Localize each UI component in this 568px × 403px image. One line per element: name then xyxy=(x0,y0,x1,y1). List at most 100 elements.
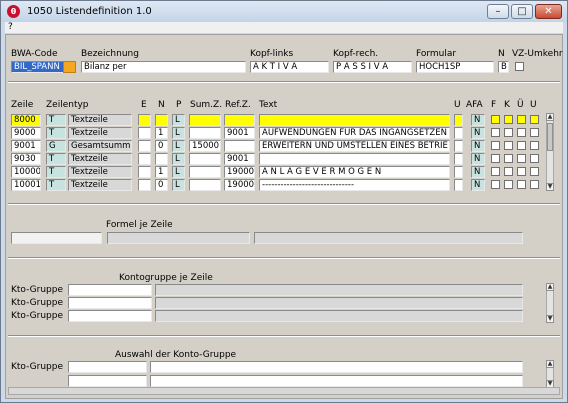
scroll-up-arrow[interactable]: ▲ xyxy=(546,283,554,291)
u-checkbox[interactable] xyxy=(530,167,539,176)
f-checkbox[interactable] xyxy=(491,115,500,124)
kto-gruppe-field-3[interactable] xyxy=(68,310,152,322)
formel-field-3[interactable] xyxy=(254,232,523,244)
k-checkbox[interactable] xyxy=(504,141,513,150)
k-checkbox[interactable] xyxy=(504,115,513,124)
cell-typ[interactable]: T xyxy=(46,114,66,126)
cell-e[interactable] xyxy=(138,140,151,152)
auswahl-kto-gruppe-field-2[interactable] xyxy=(68,375,147,387)
cell-p[interactable]: L xyxy=(172,153,185,165)
cell-typ[interactable]: T xyxy=(46,153,66,165)
cell-typtext[interactable]: Gesamtsumme xyxy=(68,140,132,152)
cell-refz[interactable]: 19000 xyxy=(224,179,255,191)
app-icon[interactable]: θ xyxy=(7,5,20,18)
cell-zeile[interactable]: 9001 xyxy=(11,140,41,152)
cell-refz[interactable]: 9001 xyxy=(224,127,255,139)
u-checkbox[interactable] xyxy=(530,141,539,150)
table-scrollbar[interactable]: ▲ ▼ xyxy=(546,113,554,191)
cell-p[interactable]: L xyxy=(172,127,185,139)
u-checkbox[interactable] xyxy=(530,180,539,189)
cell-typtext[interactable]: Textzeile xyxy=(68,166,132,178)
scroll-up-arrow[interactable]: ▲ xyxy=(546,113,554,121)
cell-typ[interactable]: T xyxy=(46,166,66,178)
formel-field-1[interactable] xyxy=(11,232,102,244)
cell-afa[interactable]: N xyxy=(471,166,485,178)
f-checkbox[interactable] xyxy=(491,128,500,137)
cell-afa[interactable]: N xyxy=(471,179,485,191)
close-button[interactable]: ✕ xyxy=(535,4,562,19)
bottom-scrollbar[interactable] xyxy=(8,387,560,395)
formular-field[interactable]: HOCH1SP xyxy=(416,61,494,73)
cell-text[interactable]: A N L A G E V E R M Ö G E N xyxy=(259,166,450,178)
cell-typ[interactable]: T xyxy=(46,127,66,139)
n-field[interactable]: B xyxy=(498,61,509,73)
cell-sumz[interactable] xyxy=(189,114,221,126)
k-checkbox[interactable] xyxy=(504,167,513,176)
ue-checkbox[interactable] xyxy=(517,128,526,137)
cell-text[interactable] xyxy=(259,114,450,126)
bezeichnung-field[interactable]: Bilanz per xyxy=(81,61,246,73)
cell-p[interactable]: L xyxy=(172,114,185,126)
cell-n[interactable]: 0 xyxy=(155,140,168,152)
f-checkbox[interactable] xyxy=(491,154,500,163)
cell-e[interactable] xyxy=(138,114,151,126)
cell-zeile[interactable]: 8000 xyxy=(11,114,41,126)
k-checkbox[interactable] xyxy=(504,154,513,163)
cell-sumz[interactable] xyxy=(189,179,221,191)
cell-typ[interactable]: G xyxy=(46,140,66,152)
cell-u[interactable] xyxy=(454,114,463,126)
cell-n[interactable] xyxy=(155,114,168,126)
cell-afa[interactable]: N xyxy=(471,127,485,139)
cell-p[interactable]: L xyxy=(172,179,185,191)
scroll-down-arrow[interactable]: ▼ xyxy=(546,315,554,323)
minimize-button[interactable]: – xyxy=(487,4,509,19)
kontogruppe-scrollbar[interactable]: ▲ ▼ xyxy=(546,283,554,323)
cell-e[interactable] xyxy=(138,127,151,139)
auswahl-kto-gruppe-field-1[interactable] xyxy=(68,361,147,373)
cell-afa[interactable]: N xyxy=(471,140,485,152)
ue-checkbox[interactable] xyxy=(517,167,526,176)
kopf-rechts-field[interactable]: P A S S I V A xyxy=(333,61,412,73)
cell-n[interactable]: 1 xyxy=(155,127,168,139)
f-checkbox[interactable] xyxy=(491,167,500,176)
cell-refz[interactable]: 9001 xyxy=(224,153,255,165)
u-checkbox[interactable] xyxy=(530,115,539,124)
cell-u[interactable] xyxy=(454,153,463,165)
menu-help[interactable]: ? xyxy=(8,22,13,32)
kto-gruppe-field-1[interactable] xyxy=(68,284,152,296)
cell-n[interactable]: 1 xyxy=(155,166,168,178)
cell-text[interactable]: AUFWENDUNGEN FÜR DAS INGANGSETZEN xyxy=(259,127,450,139)
f-checkbox[interactable] xyxy=(491,180,500,189)
cell-zeile[interactable]: 10000 xyxy=(11,166,41,178)
cell-e[interactable] xyxy=(138,153,151,165)
cell-u[interactable] xyxy=(454,166,463,178)
auswahl-kto-gruppe-desc-1[interactable] xyxy=(150,361,523,373)
auswahl-kto-gruppe-desc-2[interactable] xyxy=(150,375,523,387)
formel-field-2[interactable] xyxy=(107,232,250,244)
ue-checkbox[interactable] xyxy=(517,141,526,150)
cell-typtext[interactable]: Textzeile xyxy=(68,114,132,126)
scroll-up-arrow[interactable]: ▲ xyxy=(546,360,554,368)
ue-checkbox[interactable] xyxy=(517,180,526,189)
bwa-code-field[interactable]: BIL_SPANN xyxy=(11,61,71,73)
cell-text[interactable] xyxy=(259,153,450,165)
cell-text[interactable]: ERWEITERN UND UMSTELLEN EINES BETRIE xyxy=(259,140,450,152)
cell-zeile[interactable]: 10001 xyxy=(11,179,41,191)
vz-umkehr-checkbox[interactable] xyxy=(515,62,524,71)
cell-refz[interactable] xyxy=(224,140,255,152)
cell-n[interactable]: 0 xyxy=(155,179,168,191)
maximize-button[interactable]: □ xyxy=(511,4,533,19)
scroll-thumb[interactable] xyxy=(547,123,553,151)
cell-zeile[interactable]: 9030 xyxy=(11,153,41,165)
cell-refz[interactable] xyxy=(224,114,255,126)
u-checkbox[interactable] xyxy=(530,154,539,163)
kopf-links-field[interactable]: A K T I V A xyxy=(250,61,329,73)
cell-p[interactable]: L xyxy=(172,166,185,178)
auswahl-scrollbar[interactable]: ▲ ▼ xyxy=(546,360,554,388)
ue-checkbox[interactable] xyxy=(517,154,526,163)
cell-typtext[interactable]: Textzeile xyxy=(68,179,132,191)
cell-refz[interactable]: 19000 xyxy=(224,166,255,178)
cell-afa[interactable]: N xyxy=(471,153,485,165)
kto-gruppe-desc-3[interactable] xyxy=(155,310,523,322)
cell-e[interactable] xyxy=(138,166,151,178)
